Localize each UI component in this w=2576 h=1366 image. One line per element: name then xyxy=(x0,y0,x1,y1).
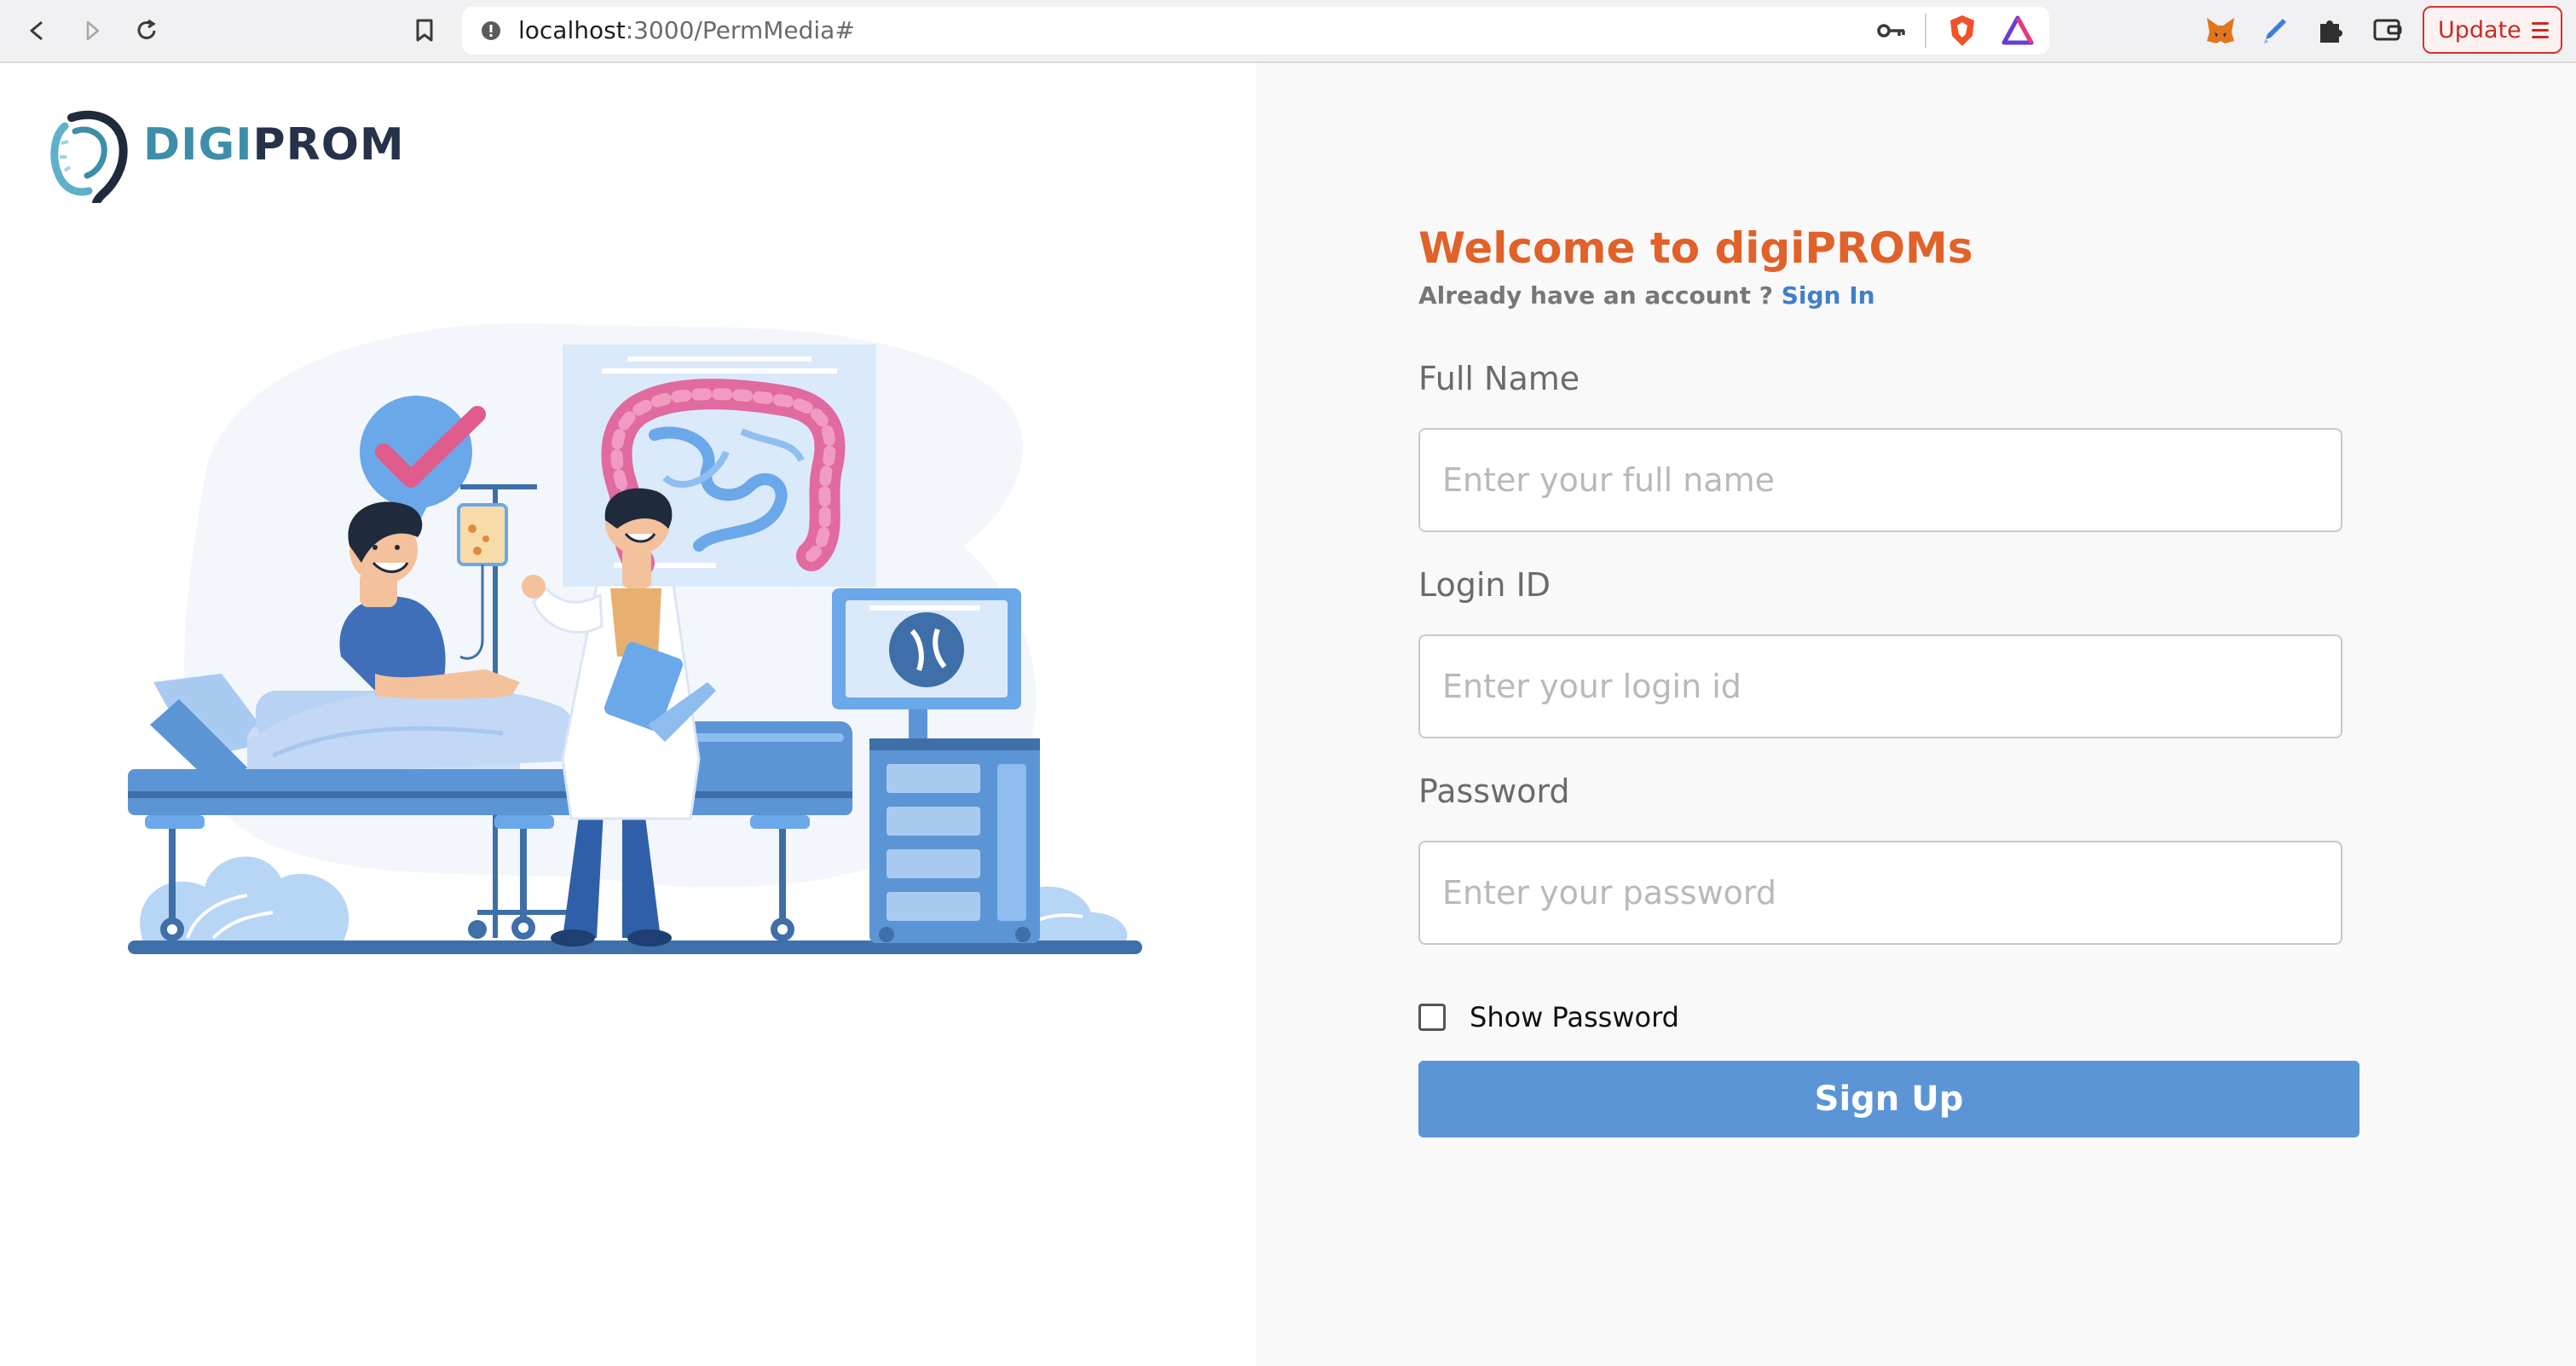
full-name-label: Full Name xyxy=(1418,360,1580,397)
password-label: Password xyxy=(1418,773,1570,810)
wallet-icon[interactable] xyxy=(2373,17,2402,46)
browser-toolbar: localhost:3000/PermMedia# Update xyxy=(0,0,2576,63)
menu-icon xyxy=(2532,18,2549,43)
logo-text-part1: DIGI xyxy=(143,119,253,171)
pen-extension-icon[interactable] xyxy=(2261,15,2290,49)
full-name-input[interactable] xyxy=(1418,428,2342,532)
brave-rewards-icon[interactable] xyxy=(2001,15,2034,49)
divider xyxy=(1925,14,1926,48)
logo-text: DIGIPROM xyxy=(143,119,405,171)
reload-icon[interactable] xyxy=(128,12,165,49)
page-title: Welcome to digiPROMs xyxy=(1418,223,1973,273)
show-password-checkbox[interactable] xyxy=(1418,1004,1446,1031)
bookmark-icon[interactable] xyxy=(406,12,443,49)
password-input[interactable] xyxy=(1418,841,2342,945)
extensions-icon[interactable] xyxy=(2315,15,2344,49)
sign-up-button[interactable]: Sign Up xyxy=(1418,1061,2359,1137)
forward-icon[interactable] xyxy=(73,12,111,49)
site-info-icon[interactable] xyxy=(481,20,501,44)
update-label: Update xyxy=(2438,16,2521,43)
update-button[interactable]: Update xyxy=(2423,6,2562,54)
login-id-input[interactable] xyxy=(1418,634,2342,738)
key-icon[interactable] xyxy=(1877,20,1906,44)
back-icon[interactable] xyxy=(19,12,56,49)
show-password-label: Show Password xyxy=(1470,1001,1679,1033)
sign-in-link[interactable]: Sign In xyxy=(1782,281,1875,310)
login-id-label: Login ID xyxy=(1418,566,1551,604)
hospital-illustration xyxy=(128,323,1142,954)
account-prompt-text: Already have an account ? xyxy=(1418,281,1773,310)
address-bar[interactable]: localhost:3000/PermMedia# xyxy=(462,7,2049,55)
url-text: localhost:3000/PermMedia# xyxy=(518,7,855,55)
account-prompt: Already have an account ? Sign In xyxy=(1418,281,1875,310)
show-password-toggle[interactable]: Show Password xyxy=(1418,1001,1679,1033)
url-path: :3000/PermMedia# xyxy=(625,16,855,44)
brave-shield-icon[interactable] xyxy=(1947,14,1978,51)
metamask-icon[interactable] xyxy=(2204,15,2237,49)
logo-text-part2: PROM xyxy=(252,119,405,171)
url-host: localhost xyxy=(518,16,626,44)
